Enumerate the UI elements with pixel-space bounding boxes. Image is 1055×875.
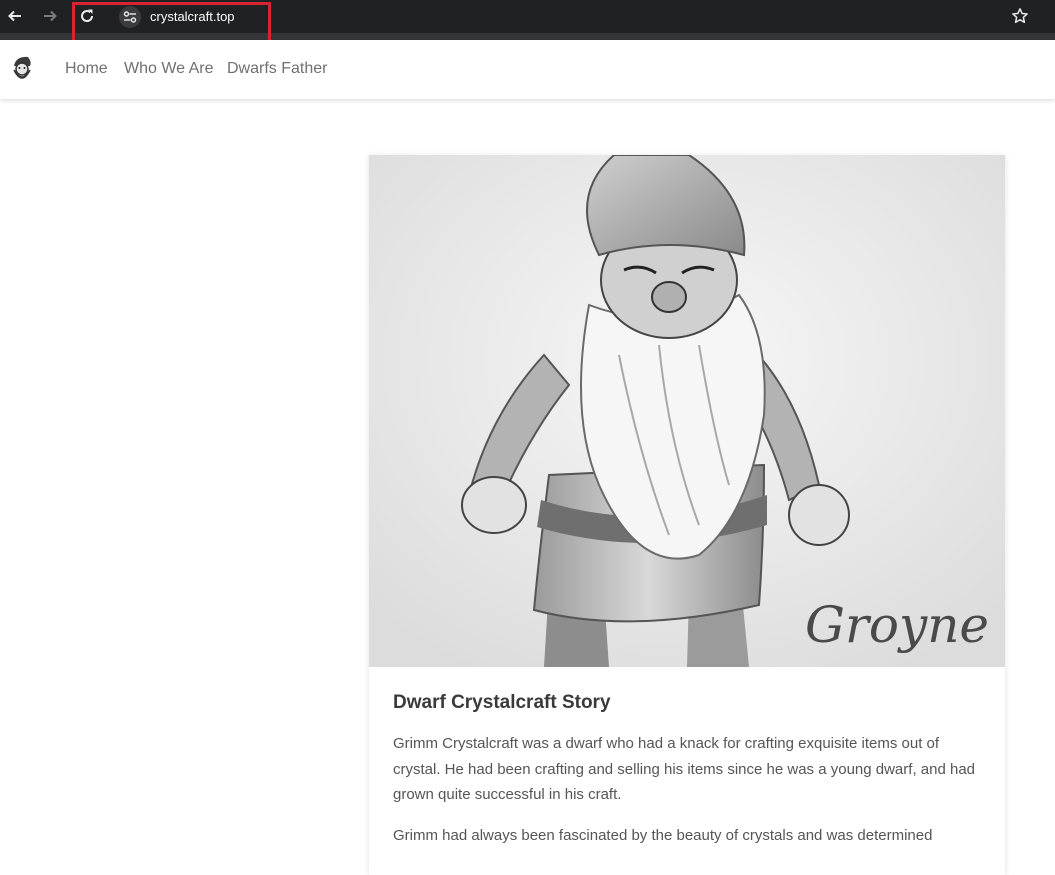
nav-dwarfs-father[interactable]: Dwarfs Father <box>227 60 327 78</box>
gnome-illustration: Groyne <box>369 155 1005 667</box>
star-icon <box>1012 8 1028 24</box>
image-signature-text: Groyne <box>805 596 989 654</box>
site-header: Home Who We Are Dwarfs Father <box>0 40 1055 99</box>
card-paragraph: Grimm had always been fascinated by the … <box>393 827 933 844</box>
bookmark-button[interactable] <box>1009 5 1031 27</box>
card-title: Dwarf Crystalcraft Story <box>393 692 611 713</box>
story-card: Groyne Dwarf Crystalcraft Story Grimm Cr… <box>369 155 1005 875</box>
back-button[interactable] <box>4 5 26 27</box>
arrow-left-icon <box>8 10 21 22</box>
gnome-logo-icon[interactable] <box>8 54 36 84</box>
nav-home[interactable]: Home <box>65 60 108 78</box>
card-paragraph: Grimm Crystalcraft was a dwarf who had a… <box>393 735 975 803</box>
nav-who-we-are[interactable]: Who We Are <box>124 60 214 78</box>
arrow-right-icon <box>44 10 57 22</box>
forward-button[interactable] <box>39 5 61 27</box>
